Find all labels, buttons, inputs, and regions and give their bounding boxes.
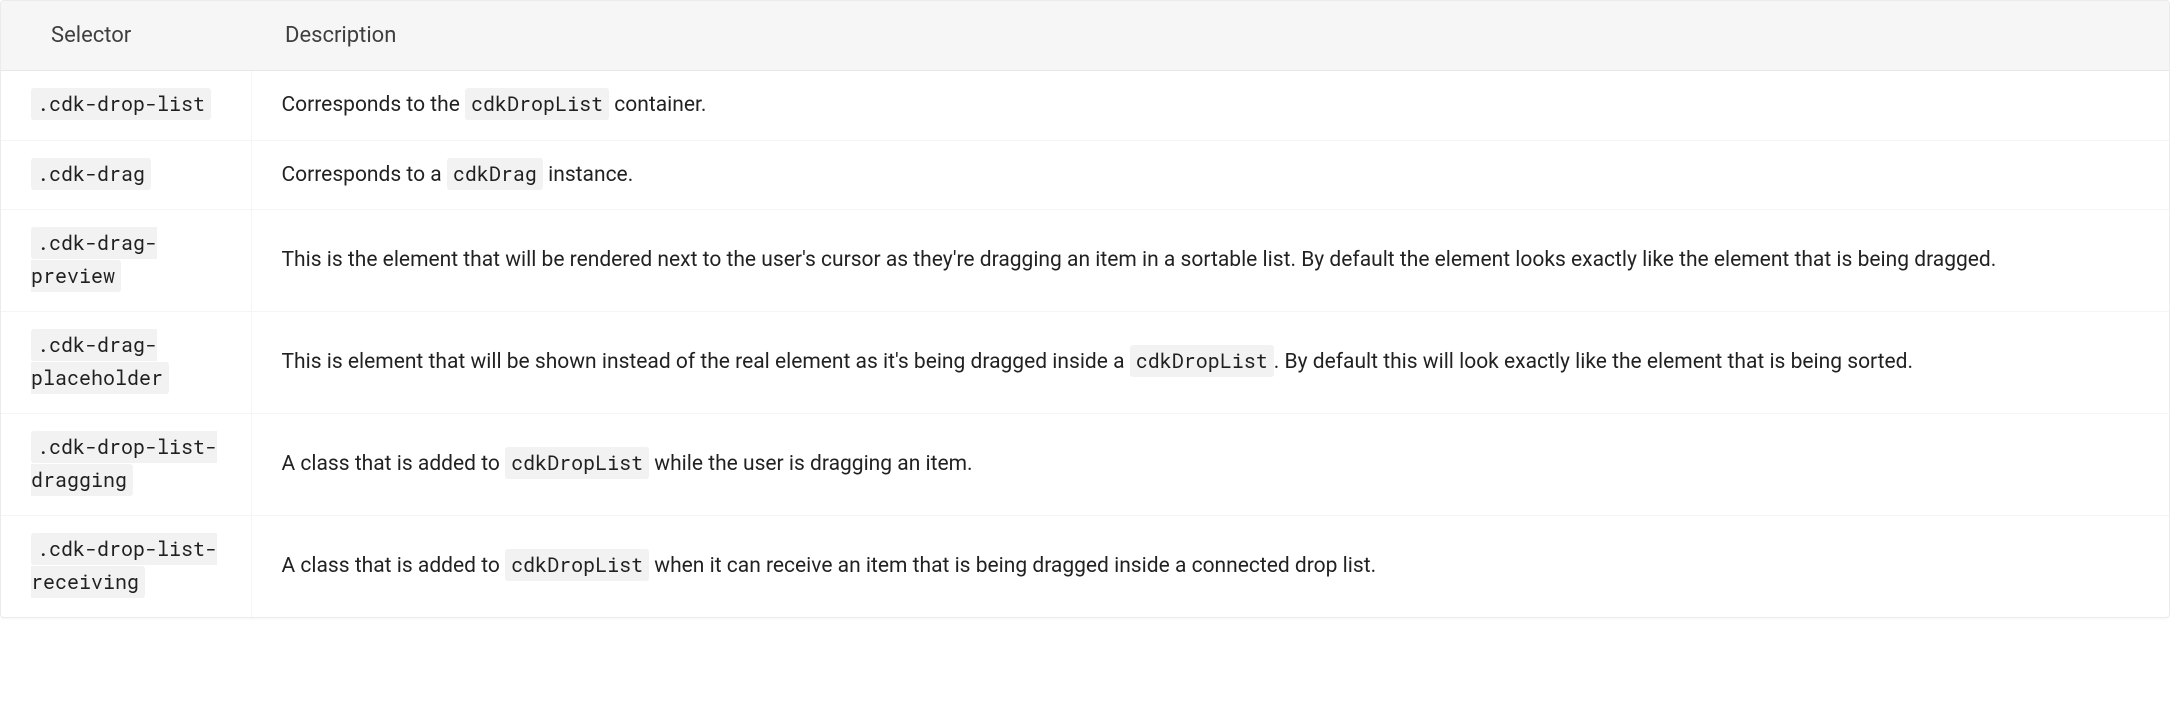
desc-text: while the user is dragging an item.	[649, 452, 972, 476]
css-classes-table: Selector Description .cdk-drop-list Corr…	[0, 0, 2170, 618]
desc-code: cdkDropList	[505, 549, 649, 581]
description-cell: Corresponds to the cdkDropList container…	[251, 71, 2169, 141]
desc-text: A class that is added to	[282, 554, 506, 578]
desc-text: Corresponds to a	[282, 163, 447, 187]
table-row: .cdk-drag Corresponds to a cdkDrag insta…	[1, 140, 2169, 210]
selector-cell: .cdk-drop-list-receiving	[1, 516, 251, 618]
desc-text: Corresponds to the	[282, 93, 466, 117]
description-cell: A class that is added to cdkDropList whi…	[251, 414, 2169, 516]
selector-code: .cdk-drag-preview	[31, 227, 157, 292]
desc-text: This is element that will be shown inste…	[282, 350, 1130, 374]
selector-code: .cdk-drop-list-receiving	[31, 533, 217, 598]
desc-text: instance.	[543, 163, 633, 187]
table-body: .cdk-drop-list Corresponds to the cdkDro…	[1, 71, 2169, 618]
desc-code: cdkDropList	[1130, 345, 1274, 377]
selector-cell: .cdk-drop-list	[1, 71, 251, 141]
selector-cell: .cdk-drag	[1, 140, 251, 210]
desc-text: A class that is added to	[282, 452, 506, 476]
description-cell: This is element that will be shown inste…	[251, 312, 2169, 414]
selector-cell: .cdk-drop-list-dragging	[1, 414, 251, 516]
table-row: .cdk-drop-list-receiving A class that is…	[1, 516, 2169, 618]
desc-text: container.	[609, 93, 706, 117]
desc-text: when it can receive an item that is bein…	[649, 554, 1376, 578]
selector-code: .cdk-drag-placeholder	[31, 329, 169, 394]
desc-text: . By default this will look exactly like…	[1274, 350, 1913, 374]
header-selector: Selector	[1, 1, 251, 71]
table-row: .cdk-drop-list Corresponds to the cdkDro…	[1, 71, 2169, 141]
desc-code: cdkDropList	[505, 447, 649, 479]
desc-text: This is the element that will be rendere…	[282, 248, 1997, 272]
selector-cell: .cdk-drag-placeholder	[1, 312, 251, 414]
selector-code: .cdk-drop-list	[31, 88, 211, 120]
table: Selector Description .cdk-drop-list Corr…	[1, 1, 2169, 617]
table-row: .cdk-drop-list-dragging A class that is …	[1, 414, 2169, 516]
table-row: .cdk-drag-placeholder This is element th…	[1, 312, 2169, 414]
description-cell: Corresponds to a cdkDrag instance.	[251, 140, 2169, 210]
table-row: .cdk-drag-preview This is the element th…	[1, 210, 2169, 312]
desc-code: cdkDrag	[447, 158, 543, 190]
selector-cell: .cdk-drag-preview	[1, 210, 251, 312]
header-description: Description	[251, 1, 2169, 71]
description-cell: This is the element that will be rendere…	[251, 210, 2169, 312]
selector-code: .cdk-drop-list-dragging	[31, 431, 217, 496]
desc-code: cdkDropList	[465, 88, 609, 120]
table-header-row: Selector Description	[1, 1, 2169, 71]
description-cell: A class that is added to cdkDropList whe…	[251, 516, 2169, 618]
selector-code: .cdk-drag	[31, 158, 151, 190]
